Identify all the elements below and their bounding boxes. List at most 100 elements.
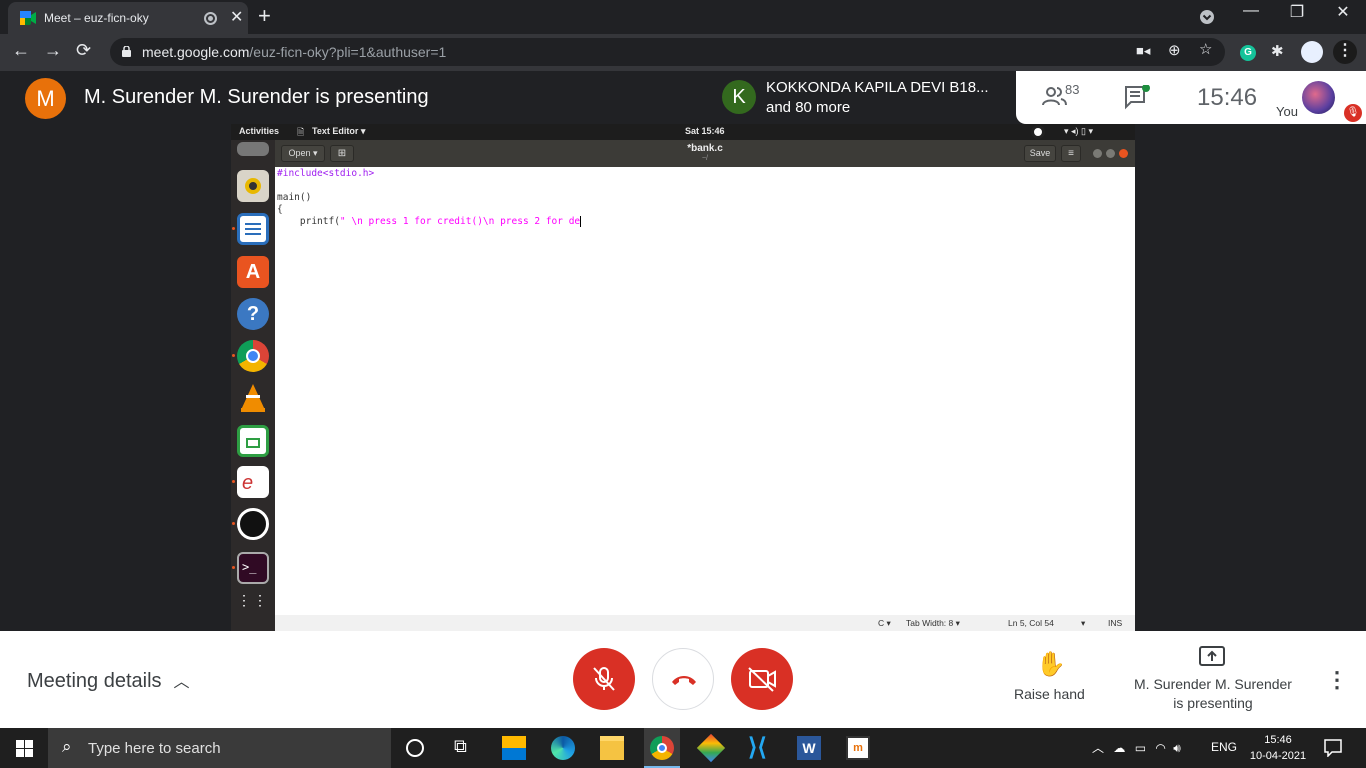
minimize-icon[interactable] <box>1093 149 1102 158</box>
vscode-icon[interactable]: ⟩⟨ <box>748 736 772 760</box>
save-button[interactable]: Save <box>1024 145 1056 162</box>
system-tray: ︿ ☁ ▭ ◠ 🔊︎ <box>1092 739 1181 756</box>
dock-item-chrome[interactable] <box>237 340 269 372</box>
code-line: { <box>277 204 283 215</box>
search-placeholder: Type here to search <box>88 740 221 757</box>
hamburger-menu-icon[interactable]: ≡ <box>1061 145 1081 162</box>
wifi-icon[interactable]: ◠ <box>1155 741 1165 755</box>
position-dropdown-icon[interactable]: ▾ <box>1081 618 1085 629</box>
microphone-toggle-button[interactable] <box>573 648 635 710</box>
volume-icon[interactable]: 🔊︎ <box>1173 741 1181 755</box>
gedit-status-bar: C ▾ Tab Width: 8 ▾ Ln 5, Col 54 ▾ INS <box>275 615 1135 631</box>
minimize-window-button[interactable]: — <box>1228 2 1274 20</box>
self-avatar[interactable] <box>1302 81 1335 114</box>
back-arrow-icon[interactable]: ← <box>12 40 30 61</box>
microsoft-store-icon[interactable] <box>502 736 526 760</box>
chevron-up-icon: ︿ <box>173 674 190 691</box>
dock-item-obs[interactable] <box>237 508 269 540</box>
code-line: #include<stdio.h> <box>277 168 375 179</box>
close-icon[interactable] <box>1119 149 1128 158</box>
gedit-header-bar: Open ▾ ⊞ *bank.c ~/ Save ≡ <box>275 140 1135 167</box>
language-selector[interactable]: C ▾ <box>878 618 891 629</box>
show-applications-grid-icon[interactable]: ⋮⋮⋮ <box>237 593 283 626</box>
dock-item-files[interactable] <box>237 142 269 156</box>
input-language[interactable]: ENG <box>1211 740 1237 754</box>
extensions-puzzle-icon[interactable]: ✱ <box>1271 42 1284 60</box>
dock-item-terminal[interactable]: >_ <box>237 552 269 584</box>
system-tray-icons[interactable]: ▾ ◂) ▯ ▾ <box>1064 126 1093 137</box>
more-options-icon[interactable]: ⋮ <box>1326 667 1348 693</box>
activities-button[interactable]: Activities <box>239 126 279 136</box>
ubuntu-clock[interactable]: Sat 15:46 <box>685 126 725 136</box>
onedrive-cloud-icon[interactable]: ☁ <box>1113 741 1125 755</box>
word-icon[interactable]: W <box>797 736 821 760</box>
taskbar-search-box[interactable]: ⌕ Type here to search <box>48 728 391 768</box>
cortana-icon[interactable] <box>406 739 424 757</box>
close-window-button[interactable]: ✕ <box>1320 2 1366 22</box>
code-editor[interactable]: #include<stdio.h> main() { printf(" \n p… <box>275 167 1135 615</box>
tab-search-icon[interactable] <box>1199 9 1215 25</box>
hang-up-icon <box>672 676 696 685</box>
task-view-icon[interactable]: ⧉ <box>454 736 478 760</box>
camera-permission-icon[interactable]: ■◂ <box>1136 43 1150 59</box>
recording-indicator-icon <box>204 12 217 25</box>
raise-hand-icon[interactable]: ✋ <box>1036 650 1066 679</box>
bookmark-star-icon[interactable]: ☆ <box>1199 40 1212 58</box>
battery-icon[interactable]: ▭ <box>1135 741 1146 755</box>
dock-item-calc[interactable] <box>237 425 269 457</box>
leave-call-button[interactable] <box>652 648 714 710</box>
forward-arrow-icon[interactable]: → <box>44 40 62 61</box>
dock-item-software-center[interactable]: A <box>237 256 269 288</box>
ubuntu-top-bar: Activities 🗎 Text Editor ▾ Sat 15:46 ▾ ◂… <box>231 124 1135 140</box>
camera-toggle-button[interactable] <box>731 648 793 710</box>
self-label: You <box>1276 104 1298 119</box>
show-hidden-icons-icon[interactable]: ︿ <box>1092 741 1104 755</box>
dock-item-rhythmbox[interactable] <box>237 170 269 202</box>
meet-favicon-icon <box>20 11 36 25</box>
new-tab-icon[interactable]: ⊞ <box>330 145 354 162</box>
tab-width-selector[interactable]: Tab Width: 8 ▾ <box>906 618 960 629</box>
self-muted-mic-icon: 🎙 <box>1344 104 1362 122</box>
chrome-menu-icon[interactable]: ⋮ <box>1333 40 1357 64</box>
reload-icon[interactable]: ⟳ <box>76 40 91 61</box>
chat-icon[interactable] <box>1124 85 1152 111</box>
raise-hand-button[interactable]: Raise hand <box>1014 686 1085 702</box>
participant-count: 83 <box>1065 82 1080 97</box>
notification-center-icon[interactable] <box>1324 739 1342 757</box>
camera-off-icon <box>748 667 776 692</box>
app-menu[interactable]: Text Editor ▾ <box>312 126 365 137</box>
new-tab-button[interactable]: + <box>258 3 271 29</box>
file-explorer-icon[interactable] <box>600 736 624 760</box>
address-bar[interactable]: meet.google.com/euz-ficn-oky?pli=1&authu… <box>110 38 1225 66</box>
participant-summary: KOKKONDA KAPILA DEVI B18... and 80 more <box>766 79 989 116</box>
dock-item-vlc[interactable] <box>237 382 269 414</box>
profile-avatar[interactable] <box>1301 41 1323 63</box>
presenting-title: M. Surender M. Surender is presenting <box>84 86 429 108</box>
open-button[interactable]: Open ▾ <box>281 145 325 162</box>
dock-item-impress[interactable]: e <box>237 466 269 498</box>
browser-toolbar: ← → ⟳ meet.google.com/euz-ficn-oky?pli=1… <box>0 34 1366 71</box>
windows-start-icon[interactable] <box>16 740 33 757</box>
code-line: printf(" \n press 1 for credit()\n press… <box>277 216 582 227</box>
now-presenting-button[interactable]: M. Surender M. Surender is presenting <box>1126 675 1300 713</box>
mic-off-icon <box>593 667 615 691</box>
meeting-details-button[interactable]: Meeting details ︿ <box>27 668 190 693</box>
tab-close-button[interactable]: ✕ <box>230 7 243 27</box>
lock-icon <box>122 46 131 57</box>
dock-item-writer[interactable] <box>237 213 269 245</box>
taskbar-clock[interactable]: 15:46 10-04-2021 <box>1246 732 1310 764</box>
browser-tab[interactable]: Meet – euz-ficn-oky ✕ <box>8 2 248 34</box>
restore-window-button[interactable]: ❐ <box>1274 2 1320 22</box>
edge-icon[interactable] <box>551 736 575 760</box>
chrome-taskbar-icon[interactable] <box>650 736 674 760</box>
participant-avatar: K <box>722 80 756 114</box>
maximize-icon[interactable] <box>1106 149 1115 158</box>
present-screen-icon[interactable] <box>1199 646 1225 666</box>
dock-item-help[interactable]: ? <box>237 298 269 330</box>
zoom-icon[interactable]: ⊕ <box>1168 41 1181 59</box>
obs-tray-icon[interactable] <box>1031 125 1045 139</box>
code-line: main() <box>277 192 312 203</box>
grammarly-extension-icon[interactable]: G <box>1240 45 1256 61</box>
moodle-app-icon[interactable]: m <box>846 736 870 760</box>
cursor-position[interactable]: Ln 5, Col 54 <box>1008 618 1054 628</box>
